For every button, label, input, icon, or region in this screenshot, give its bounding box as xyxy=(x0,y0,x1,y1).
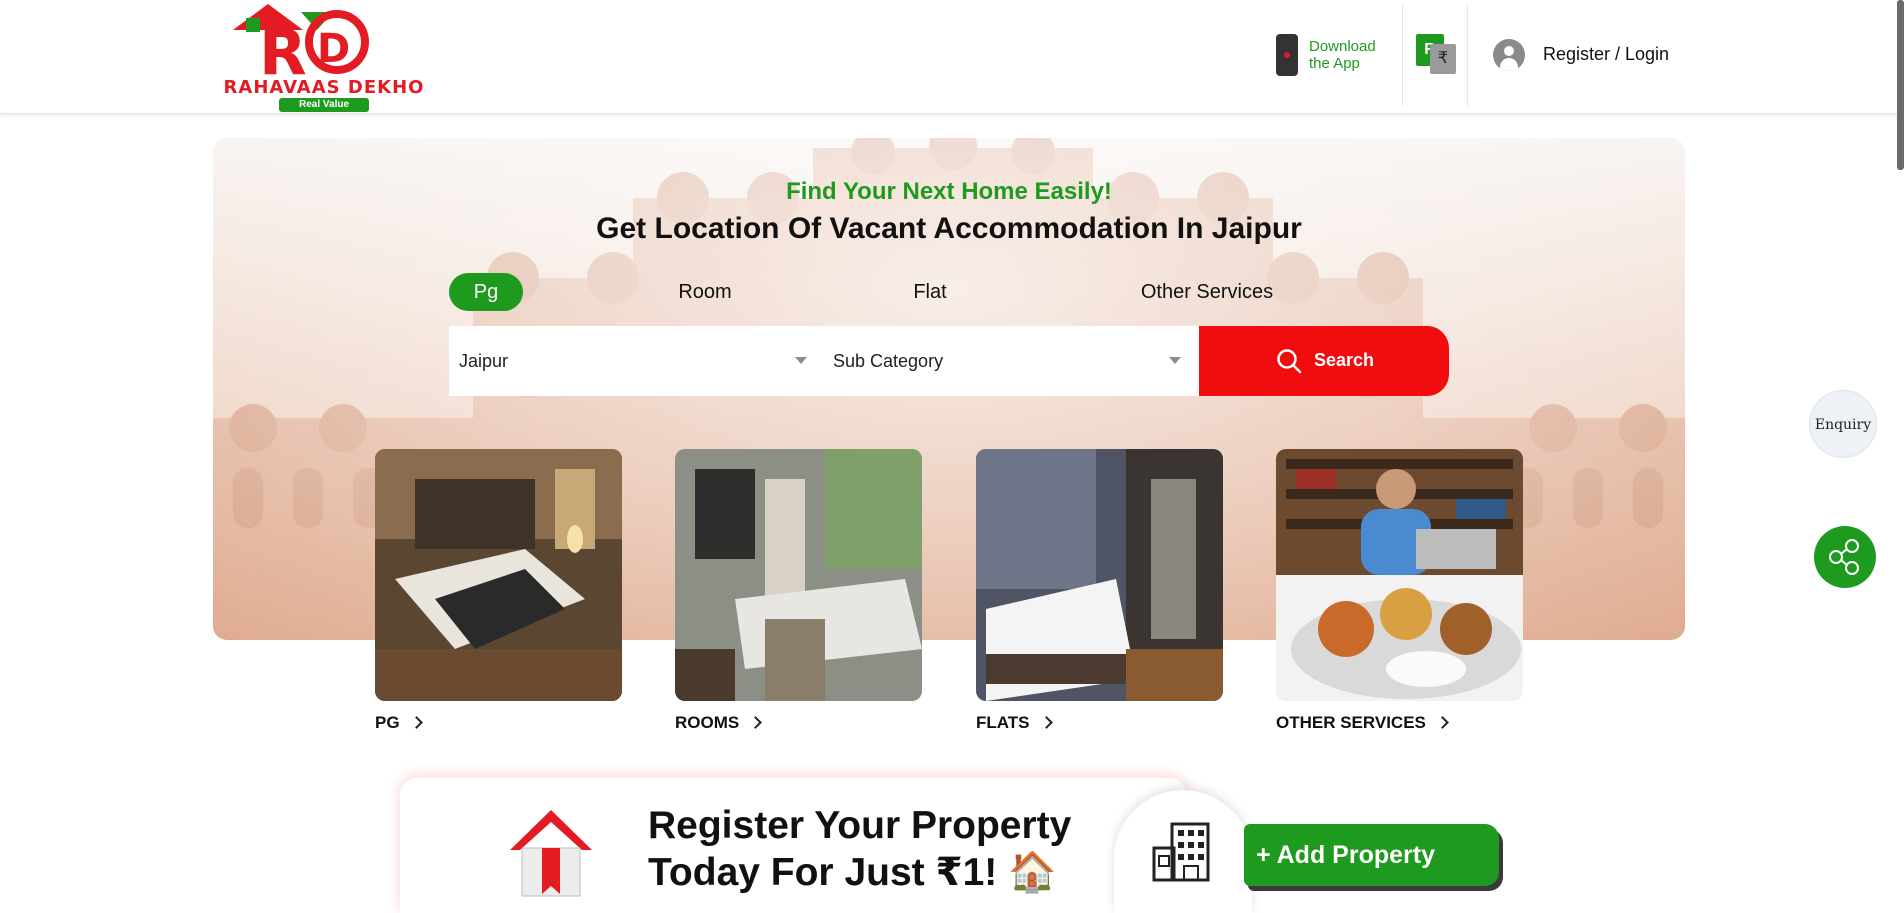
category-card-rooms[interactable]: ROOMS xyxy=(675,449,922,739)
phone-icon xyxy=(1276,34,1298,76)
city-select[interactable]: Jaipur xyxy=(449,326,823,396)
site-logo[interactable]: R D RAHAVAAS DEKHO Real Value xyxy=(213,0,435,114)
chevron-right-icon xyxy=(409,716,423,729)
building-icon xyxy=(1152,822,1210,882)
subcategory-select-value: Sub Category xyxy=(833,351,944,371)
other-services-photo xyxy=(1276,449,1523,701)
category-card-pg[interactable]: PG xyxy=(375,449,622,739)
header-divider xyxy=(1467,4,1468,106)
share-icon xyxy=(1829,539,1859,575)
category-card-other-services[interactable]: OTHER SERVICES xyxy=(1276,449,1523,739)
register-login-link[interactable]: Register / Login xyxy=(1543,44,1669,65)
svg-text:D: D xyxy=(317,26,350,72)
logo-wordmark: RAHAVAAS DEKHO xyxy=(223,77,425,98)
chevron-down-icon xyxy=(795,357,807,364)
chevron-right-icon xyxy=(1436,716,1449,729)
tab-other-services[interactable]: Other Services xyxy=(1123,273,1291,311)
hero-tagline: Find Your Next Home Easily! xyxy=(786,178,1112,205)
currency-icon[interactable]: R ₹ xyxy=(1416,34,1458,76)
category-label: ROOMS xyxy=(675,713,763,733)
category-label: OTHER SERVICES xyxy=(1276,713,1449,733)
download-app-label: Download the App xyxy=(1309,38,1376,72)
tab-room[interactable]: Room xyxy=(668,273,742,311)
category-label: PG xyxy=(375,713,423,733)
register-line-2: Today For Just ₹1! 🏠 xyxy=(648,851,1057,894)
tab-flat[interactable]: Flat xyxy=(903,273,957,311)
enquiry-button[interactable]: Enquiry xyxy=(1809,390,1877,458)
logo-tagline: Real Value xyxy=(279,98,369,112)
chevron-right-icon xyxy=(749,716,763,729)
rooms-photo xyxy=(675,449,922,701)
building-badge xyxy=(1114,790,1252,913)
house-icon xyxy=(510,810,592,897)
search-button-label: Search xyxy=(1314,350,1375,370)
register-line-1: Register Your Property xyxy=(648,804,1072,847)
svg-text:R: R xyxy=(259,16,307,80)
user-avatar-icon[interactable] xyxy=(1493,39,1525,71)
download-app-link[interactable]: Download the App xyxy=(1276,34,1396,76)
logo-mark-icon: R D xyxy=(233,4,369,89)
search-button[interactable]: Search xyxy=(1199,326,1449,396)
share-button[interactable] xyxy=(1814,526,1876,588)
category-card-flats[interactable]: FLATS xyxy=(976,449,1223,739)
chevron-down-icon xyxy=(1169,357,1181,364)
page-scrollbar[interactable] xyxy=(1897,0,1904,170)
currency-rupee-glyph: ₹ xyxy=(1430,44,1456,74)
register-property-banner: Register Your Property Today For Just ₹1… xyxy=(400,778,1186,913)
chevron-right-icon xyxy=(1039,716,1053,729)
register-property-text: Register Your Property Today For Just ₹1… xyxy=(648,802,1118,896)
site-header: R D RAHAVAAS DEKHO Real Value Download t… xyxy=(0,0,1904,114)
add-property-button[interactable]: + Add Property xyxy=(1244,824,1499,886)
city-select-value: Jaipur xyxy=(459,351,509,371)
search-icon xyxy=(1277,349,1302,374)
flats-photo xyxy=(976,449,1223,701)
header-divider xyxy=(1402,4,1403,106)
subcategory-select[interactable]: Sub Category xyxy=(823,326,1199,396)
hero-headline: Get Location Of Vacant Accommodation In … xyxy=(596,212,1302,245)
category-label: FLATS xyxy=(976,713,1053,733)
tab-pg[interactable]: Pg xyxy=(449,273,523,311)
pg-photo xyxy=(375,449,622,701)
